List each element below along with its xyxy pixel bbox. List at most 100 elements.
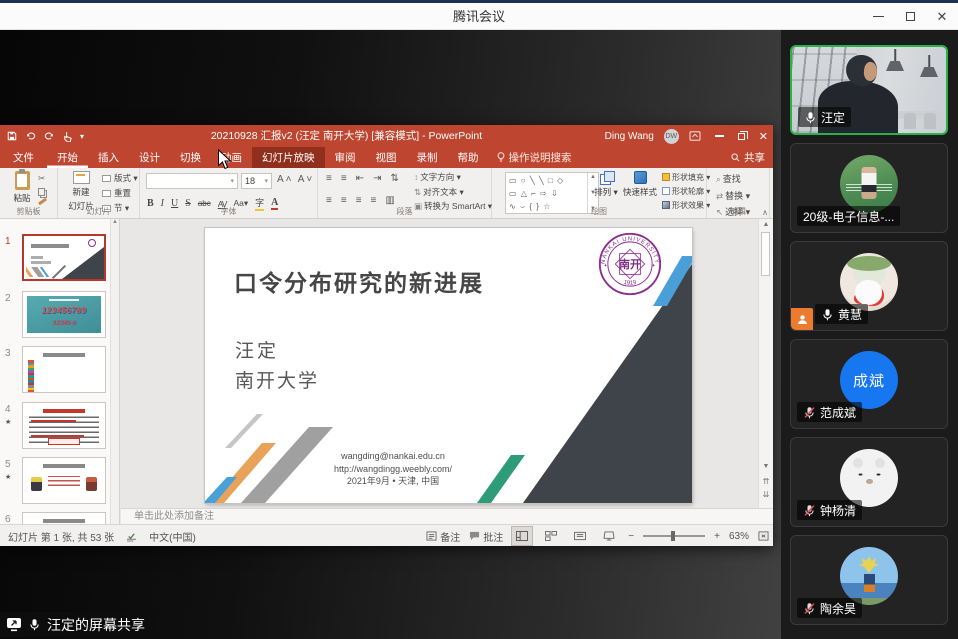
participant-tile-20级-电子信息-...[interactable]: 20级-电子信息-... <box>790 143 948 233</box>
ppt-close-icon[interactable]: ✕ <box>759 130 768 143</box>
zoom-out-button[interactable]: − <box>628 531 634 542</box>
spellcheck-icon[interactable] <box>126 531 137 542</box>
grow-shrink-font[interactable]: A˄ A˅ <box>277 174 314 185</box>
ribbon-tab-录制[interactable]: 录制 <box>407 147 448 168</box>
participant-tile-陶余昊[interactable]: 陶余昊 <box>790 535 948 625</box>
ribbon-tab-文件[interactable]: 文件 <box>0 147 47 168</box>
ribbon-tab-插入[interactable]: 插入 <box>88 147 129 168</box>
slide-affiliation: 南开大学 <box>235 366 319 393</box>
slide-date-location: 2021年9月 • 天津, 中国 <box>268 475 518 488</box>
zoom-in-button[interactable]: + <box>714 531 720 542</box>
paragraph-format-icon[interactable]: ≡ <box>326 173 332 184</box>
ribbon-tab-设计[interactable]: 设计 <box>129 147 170 168</box>
slide-thumbnail-4[interactable] <box>22 402 106 449</box>
slide-thumbnail-1[interactable] <box>22 234 106 281</box>
thumbnail-scrollbar[interactable]: ▲ <box>110 219 119 546</box>
previous-slide-button[interactable]: ⇈ <box>759 477 773 486</box>
font-name-select[interactable]: ▾ <box>146 173 238 189</box>
share-button[interactable]: 共享 <box>731 147 765 168</box>
ribbon-tab-审阅[interactable]: 审阅 <box>325 147 366 168</box>
paragraph-format-icon[interactable]: ≡ <box>356 195 362 206</box>
ribbon-tab-开始[interactable]: 开始 <box>47 147 88 168</box>
shape-fill-icon <box>662 173 670 181</box>
undo-icon[interactable] <box>25 131 36 141</box>
ribbon-tab-视图[interactable]: 视图 <box>366 147 407 168</box>
paragraph-format-icon[interactable]: ⇅ <box>390 173 398 184</box>
slide-canvas[interactable]: 口令分布研究的新进展 汪定 南开大学 wangding@nankai.edu.c… <box>205 228 692 503</box>
group-label: 字体 <box>140 206 317 217</box>
zoom-slider-thumb[interactable] <box>671 531 675 541</box>
scroll-up-icon[interactable]: ▲ <box>759 221 773 228</box>
reset-button[interactable]: 重置 <box>102 187 138 199</box>
font-size-select[interactable]: 18▾ <box>241 173 272 189</box>
paragraph-format-icon[interactable]: ≡ <box>326 195 332 206</box>
copy-icon[interactable] <box>38 188 45 196</box>
slide-thumbnail-3[interactable] <box>22 346 106 393</box>
maximize-button[interactable] <box>894 3 926 30</box>
paragraph-format-icon[interactable]: ▥ <box>385 195 394 206</box>
group-paragraph: ≡≡⇤⇥⇅ ≡≡≡≡▥ ↕文字方向 ▾ ⇅对齐文本 ▾ ▣转换为 SmartAr… <box>318 168 492 218</box>
thumbnail-preview: 12345678912345 6 <box>23 292 105 337</box>
ribbon-tabs: 文件开始插入设计切换动画幻灯片放映审阅视图录制帮助 <box>0 147 489 168</box>
account-name[interactable]: Ding Wang <box>605 131 654 142</box>
window-controls: ✕ <box>862 3 958 30</box>
slideshow-view-button[interactable] <box>599 527 619 545</box>
account-avatar[interactable]: DW <box>664 129 679 144</box>
scrollbar-thumb[interactable] <box>761 232 770 276</box>
notes-pane[interactable]: 单击此处添加备注 <box>121 508 773 524</box>
participant-tile-钟杨清[interactable]: 钟杨清 <box>790 437 948 527</box>
format-painter-icon[interactable] <box>38 198 47 206</box>
comments-toggle[interactable]: 批注 <box>469 529 503 544</box>
zoom-level[interactable]: 63% <box>729 531 749 542</box>
paragraph-format-icon[interactable]: ≡ <box>341 173 347 184</box>
quick-styles-button[interactable]: 快速样式 <box>622 171 658 198</box>
minimize-button[interactable] <box>862 3 894 30</box>
ribbon-tab-帮助[interactable]: 帮助 <box>448 147 489 168</box>
text-direction-button[interactable]: ↕文字方向 ▾ <box>414 171 492 183</box>
slide-sorter-view-button[interactable] <box>541 527 561 545</box>
zoom-slider[interactable] <box>643 535 705 537</box>
next-slide-button[interactable]: ⇊ <box>759 490 773 499</box>
notes-toggle[interactable]: 备注 <box>426 529 460 544</box>
paragraph-format-icon[interactable]: ≡ <box>341 195 347 206</box>
fit-to-window-icon[interactable] <box>758 531 769 541</box>
layout-button[interactable]: 版式 ▾ <box>102 172 138 184</box>
slide-thumbnail-2[interactable]: 12345678912345 6 <box>22 291 106 338</box>
cut-icon[interactable]: ✂ <box>38 173 47 184</box>
tell-me-search[interactable]: 操作说明搜索 <box>489 147 580 168</box>
save-icon[interactable] <box>7 131 17 141</box>
ribbon-display-options-icon[interactable] <box>689 131 701 141</box>
arrange-button[interactable]: 排列 ▾ <box>592 171 620 198</box>
align-text-button[interactable]: ⇅对齐文本 ▾ <box>414 186 492 198</box>
redo-icon[interactable] <box>44 131 55 141</box>
participant-tile-黄慧[interactable]: 黄慧 <box>790 241 948 331</box>
paragraph-format-icon[interactable]: ≡ <box>371 195 377 206</box>
paragraph-format-icon[interactable]: ⇤ <box>356 173 364 184</box>
ribbon-tab-幻灯片放映[interactable]: 幻灯片放映 <box>252 147 325 168</box>
ppt-minimize-icon[interactable] <box>715 135 724 136</box>
ppt-restore-icon[interactable] <box>738 133 745 140</box>
language-indicator[interactable]: 中文(中国) <box>149 529 196 544</box>
close-button[interactable]: ✕ <box>926 3 958 30</box>
editor-scrollbar[interactable]: ▲ ▼ ⇈ ⇊ <box>758 219 773 508</box>
paste-button[interactable]: 粘贴 <box>7 171 37 204</box>
touch-mode-icon[interactable] <box>63 131 72 142</box>
qat-dropdown-icon[interactable]: ▾ <box>80 132 84 141</box>
ribbon-tab-切换[interactable]: 切换 <box>170 147 211 168</box>
replace-button[interactable]: ⇄替换 ▾ <box>716 189 750 202</box>
slide-thumbnail-5[interactable] <box>22 457 106 504</box>
participant-name: 汪定 <box>821 109 845 126</box>
shape-fill-button[interactable]: 形状填充 ▾ <box>662 172 710 183</box>
collapse-ribbon-icon[interactable]: ∧ <box>762 208 768 217</box>
participant-tile-汪定[interactable]: 汪定 <box>790 45 948 135</box>
participant-tile-范成斌[interactable]: 成斌范成斌 <box>790 339 948 429</box>
normal-view-button[interactable] <box>512 527 532 545</box>
participant-name: 黄慧 <box>838 306 862 323</box>
paragraph-format-icon[interactable]: ⇥ <box>373 173 381 184</box>
reading-view-button[interactable] <box>570 527 590 545</box>
group-label: 绘图 <box>492 206 706 217</box>
shape-outline-button[interactable]: 形状轮廓 ▾ <box>662 186 710 197</box>
find-button[interactable]: ⌕查找 <box>716 172 750 185</box>
scroll-down-icon[interactable]: ▼ <box>759 463 773 470</box>
microphone-muted-icon <box>803 504 816 517</box>
